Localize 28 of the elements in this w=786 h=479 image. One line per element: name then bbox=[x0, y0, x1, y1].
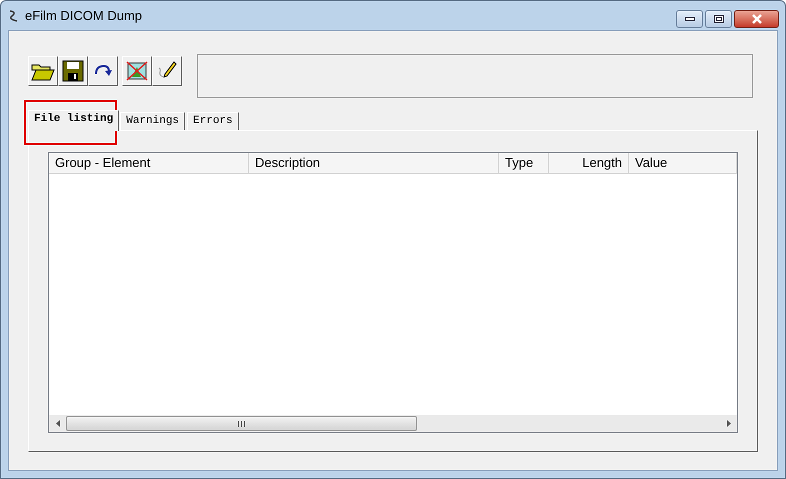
save-button[interactable] bbox=[58, 56, 88, 86]
maximize-button[interactable] bbox=[705, 10, 732, 28]
image-button[interactable] bbox=[122, 56, 152, 86]
column-header[interactable]: Group - Element bbox=[49, 153, 249, 173]
column-header[interactable]: Length bbox=[549, 153, 629, 173]
horizontal-scrollbar[interactable] bbox=[49, 415, 737, 432]
scroll-thumb[interactable] bbox=[66, 416, 417, 431]
minimize-icon bbox=[684, 17, 694, 21]
column-header[interactable]: Value bbox=[629, 153, 737, 173]
scroll-right-icon bbox=[726, 420, 730, 427]
maximize-icon bbox=[714, 15, 724, 23]
edit-button[interactable] bbox=[152, 56, 182, 86]
open-button[interactable] bbox=[28, 56, 58, 86]
minimize-button[interactable] bbox=[676, 10, 703, 28]
tab[interactable]: File listing bbox=[28, 110, 120, 131]
window-title: eFilm DICOM Dump bbox=[25, 6, 142, 25]
grip-icon bbox=[238, 420, 245, 426]
redo-arrow-icon bbox=[93, 64, 113, 78]
floppy-icon bbox=[62, 60, 84, 82]
close-icon bbox=[750, 14, 762, 24]
crossed-image-icon bbox=[126, 61, 148, 81]
column-header[interactable]: Description bbox=[249, 153, 499, 173]
scroll-left-icon bbox=[56, 420, 60, 427]
tab[interactable]: Errors bbox=[187, 112, 239, 130]
tab[interactable]: Warnings bbox=[120, 112, 186, 130]
close-button[interactable] bbox=[734, 10, 779, 28]
column-header[interactable]: Type bbox=[499, 153, 549, 173]
redo-button[interactable] bbox=[88, 56, 118, 86]
